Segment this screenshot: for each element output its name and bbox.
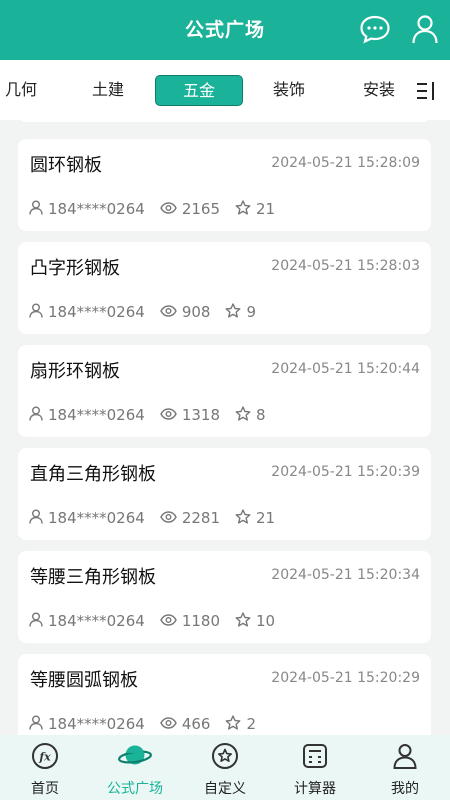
user-icon	[29, 406, 48, 425]
eye-icon	[160, 715, 182, 733]
category-tabs: 几何 土建 五金 装饰 安装	[0, 60, 450, 120]
person-icon	[391, 742, 419, 770]
formula-name: 凸字形钢板	[30, 258, 120, 279]
author: 184****0264	[48, 406, 145, 424]
tab-installation[interactable]: 安装	[363, 60, 395, 120]
user-icon	[29, 715, 48, 734]
tabbar-item-custom[interactable]: 自定义	[180, 735, 270, 800]
svg-text:fx: fx	[38, 751, 51, 764]
formula-time: 2024-05-21 15:28:09	[271, 155, 420, 171]
user-icon	[29, 200, 48, 219]
list-item[interactable]	[18, 120, 431, 122]
star-count: 10	[256, 612, 276, 630]
tabbar-label: 首页	[31, 781, 59, 797]
tabbar-item-home[interactable]: fx 首页	[0, 735, 90, 800]
message-icon[interactable]	[358, 12, 392, 46]
star-count: 2	[246, 715, 256, 733]
formula-list: 圆环钢板 2024-05-21 15:28:09 184****0264 216…	[0, 120, 450, 735]
formula-meta: 184****0264 2281 21	[29, 508, 290, 528]
author: 184****0264	[48, 200, 145, 218]
author: 184****0264	[48, 612, 145, 630]
star-icon	[235, 508, 256, 528]
star-icon	[225, 714, 246, 734]
fx-icon: fx	[31, 742, 59, 770]
user-icon	[29, 612, 48, 631]
author: 184****0264	[48, 303, 145, 321]
formula-time: 2024-05-21 15:20:44	[271, 361, 420, 377]
list-item[interactable]: 扇形环钢板 2024-05-21 15:20:44 184****0264 13…	[18, 345, 431, 437]
view-count: 1180	[181, 612, 220, 630]
eye-icon	[160, 612, 182, 630]
star-count: 8	[256, 406, 266, 424]
tabbar-item-mine[interactable]: 我的	[360, 735, 450, 800]
formula-meta: 184****0264 2165 21	[29, 199, 290, 219]
list-item[interactable]: 等腰三角形钢板 2024-05-21 15:20:34 184****0264 …	[18, 551, 431, 643]
star-count: 21	[256, 200, 276, 218]
tab-civil[interactable]: 土建	[92, 60, 124, 120]
star-count: 21	[256, 509, 276, 527]
formula-meta: 184****0264 466 2	[29, 714, 271, 734]
formula-meta: 184****0264 908 9	[29, 302, 271, 322]
formula-meta: 184****0264 1180 10	[29, 611, 290, 631]
list-item[interactable]: 等腰圆弧钢板 2024-05-21 15:20:29 184****0264 4…	[18, 654, 431, 735]
view-count: 1318	[181, 406, 220, 424]
planet-icon	[118, 742, 152, 770]
calculator-icon	[301, 742, 329, 770]
eye-icon	[160, 200, 182, 218]
author: 184****0264	[48, 715, 145, 733]
app-header: 公式广场	[0, 0, 450, 60]
star-badge-icon	[211, 742, 239, 770]
tabbar-label: 我的	[391, 781, 419, 797]
star-count: 9	[246, 303, 256, 321]
formula-meta: 184****0264 1318 8	[29, 405, 281, 425]
formula-time: 2024-05-21 15:20:34	[271, 567, 420, 583]
tabbar-label: 计算器	[294, 781, 336, 797]
eye-icon	[160, 509, 182, 527]
star-icon	[225, 302, 246, 322]
tab-hardware[interactable]: 五金	[155, 75, 244, 106]
profile-icon[interactable]	[408, 12, 442, 46]
user-icon	[29, 509, 48, 528]
star-icon	[235, 611, 256, 631]
view-count: 2281	[181, 509, 220, 527]
view-count: 2165	[181, 200, 220, 218]
author: 184****0264	[48, 509, 145, 527]
star-icon	[235, 199, 256, 219]
formula-name: 直角三角形钢板	[30, 464, 156, 485]
formula-name: 扇形环钢板	[30, 361, 120, 382]
formula-time: 2024-05-21 15:20:39	[271, 464, 420, 480]
view-count: 908	[181, 303, 211, 321]
star-icon	[235, 405, 256, 425]
formula-name: 等腰圆弧钢板	[30, 670, 138, 691]
formula-name: 圆环钢板	[30, 155, 102, 176]
eye-icon	[160, 303, 182, 321]
formula-time: 2024-05-21 15:20:29	[271, 670, 420, 686]
tab-decoration[interactable]: 装饰	[273, 60, 305, 120]
tabbar-label: 自定义	[204, 781, 246, 797]
list-item[interactable]: 圆环钢板 2024-05-21 15:28:09 184****0264 216…	[18, 139, 431, 231]
tabbar-label: 公式广场	[107, 781, 163, 797]
list-item[interactable]: 凸字形钢板 2024-05-21 15:28:03 184****0264 90…	[18, 242, 431, 334]
list-item[interactable]: 直角三角形钢板 2024-05-21 15:20:39 184****0264 …	[18, 448, 431, 540]
tab-geometry[interactable]: 几何	[5, 60, 37, 120]
user-icon	[29, 303, 48, 322]
formula-time: 2024-05-21 15:28:03	[271, 258, 420, 274]
bottom-tab-bar: fx 首页 公式广场 自定义 计算器 我的	[0, 735, 450, 800]
formula-name: 等腰三角形钢板	[30, 567, 156, 588]
eye-icon	[160, 406, 182, 424]
category-menu-icon[interactable]	[410, 74, 444, 108]
tabbar-item-calculator[interactable]: 计算器	[270, 735, 360, 800]
view-count: 466	[181, 715, 211, 733]
tabbar-item-formula-square[interactable]: 公式广场	[90, 735, 180, 800]
